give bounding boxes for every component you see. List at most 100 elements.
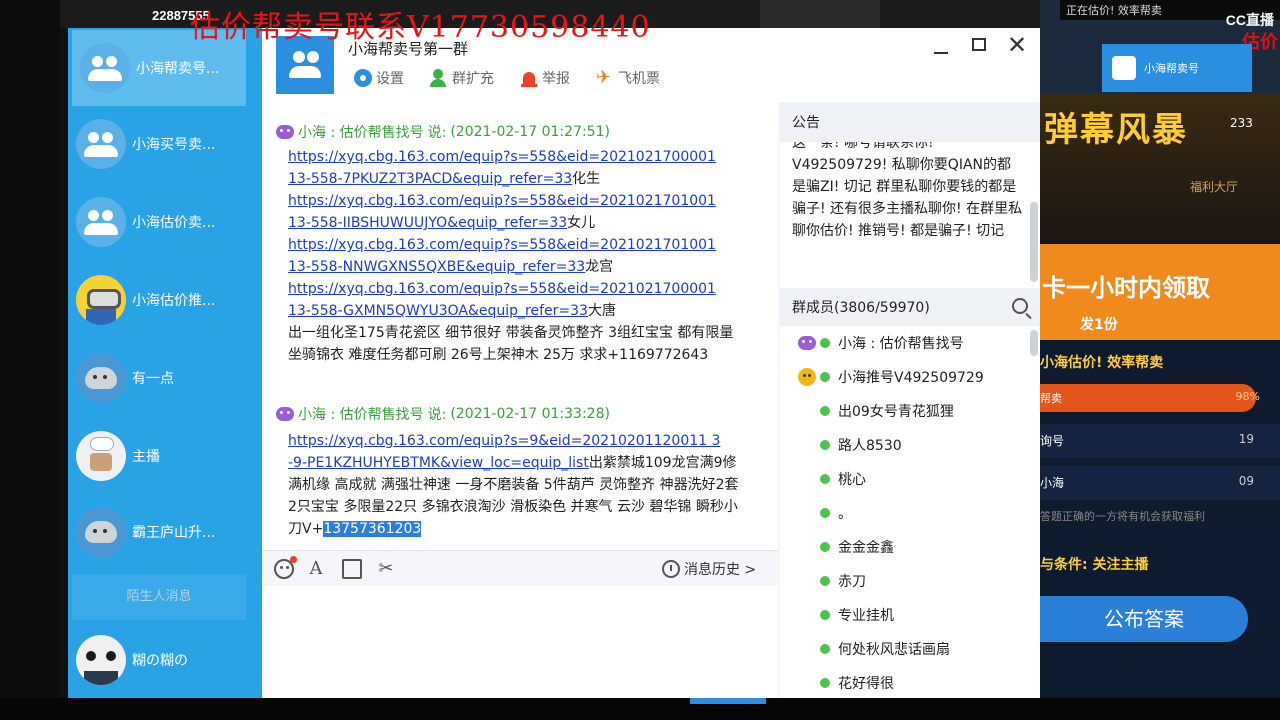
flight-ticket-button[interactable]: ✈ 飞机票 xyxy=(596,68,660,88)
watermark-text: 估价帮卖号联系V17730598440 xyxy=(190,10,651,45)
message-link[interactable]: https://xyq.cbg.163.com/equip?s=9&eid=20… xyxy=(288,433,720,449)
expand-group-label: 群扩充 xyxy=(452,71,494,87)
sidebar-item-contact-4[interactable]: 小海估价推... xyxy=(68,262,262,338)
vote-bar-label: 帮卖 xyxy=(1040,392,1062,405)
member-item[interactable]: 路人8530 xyxy=(780,428,1028,462)
message-history-button[interactable]: 消息历史 > xyxy=(662,559,756,579)
scissors-icon[interactable]: ✂ xyxy=(376,559,396,579)
sidebar-item-label: 小海估价卖... xyxy=(132,215,216,231)
message-link[interactable]: 13-558-IIBSHUWUUJYO&equip_refer=33 xyxy=(288,215,567,231)
member-item[interactable]: 花好得很 xyxy=(780,666,1028,700)
publish-answer-button[interactable]: 公布答案 xyxy=(1040,596,1248,642)
minion-avatar-icon xyxy=(76,275,126,325)
reward-card: 卡一小时内领取 发1份 xyxy=(1040,244,1280,354)
sidebar-item-group-2[interactable]: 小海买号卖... xyxy=(68,106,262,182)
quiz-row-value: 19 xyxy=(1238,432,1254,446)
settings-button[interactable]: 设置 xyxy=(354,68,404,88)
barrage-banner: 弹幕风暴 233 福利大厅 xyxy=(1040,94,1280,244)
report-button[interactable]: 举报 xyxy=(520,68,570,88)
link-tail: 化生 xyxy=(572,171,601,187)
sidebar-item-contact-5[interactable]: 有一点 xyxy=(68,340,262,416)
quiz-panel: 小海估价! 效率帮卖 帮卖 98% 询号 19 小海 09 答题正确的一方将有机… xyxy=(1040,340,1280,720)
font-icon[interactable]: A xyxy=(306,559,326,579)
online-status-icon xyxy=(820,406,830,416)
group-avatar-icon xyxy=(80,43,130,93)
member-item[interactable]: 。 xyxy=(780,496,1028,530)
message-link[interactable]: 13-558-GXMN5QWYU3OA&equip_refer=33 xyxy=(288,303,588,319)
selected-phone-text[interactable]: 13757361203 xyxy=(323,521,422,537)
message-input[interactable] xyxy=(262,586,778,700)
stream-left-strip xyxy=(0,0,60,720)
clock-icon xyxy=(662,560,680,578)
quiz-row: 小海 09 xyxy=(1040,466,1280,500)
member-name: 。 xyxy=(838,506,852,522)
sender-name[interactable]: 小海 : 估价帮售找号 xyxy=(298,404,424,424)
message-link[interactable]: https://xyq.cbg.163.com/equip?s=558&eid=… xyxy=(288,237,716,253)
image-icon[interactable] xyxy=(342,559,362,579)
report-label: 举报 xyxy=(542,71,570,87)
link-tail: 龙宫 xyxy=(585,259,614,275)
sidebar-item-label: 小海帮卖号... xyxy=(136,61,220,77)
sidebar-item-group-3[interactable]: 小海估价卖... xyxy=(68,184,262,260)
alarm-icon xyxy=(520,69,538,87)
message-link[interactable]: https://xyq.cbg.163.com/equip?s=558&eid=… xyxy=(288,193,716,209)
vote-bar: 帮卖 98% xyxy=(1040,384,1260,412)
panda-avatar-icon xyxy=(76,635,126,685)
message-link[interactable]: https://xyq.cbg.163.com/equip?s=558&eid=… xyxy=(288,281,716,297)
message-link[interactable]: https://xyq.cbg.163.com/equip?s=558&eid=… xyxy=(288,149,716,165)
blob-avatar-icon xyxy=(76,507,126,557)
member-list: 小海 : 估价帮售找号 小海推号V492509729 出09女号青花狐狸 路人8… xyxy=(780,326,1040,700)
member-name: 小海推号V492509729 xyxy=(838,370,984,386)
member-item[interactable]: 桃心 xyxy=(780,462,1028,496)
notice-scrollbar[interactable] xyxy=(1030,202,1038,282)
online-status-icon xyxy=(820,508,830,518)
member-badge-icon xyxy=(276,125,294,139)
link-tail: 女儿 xyxy=(567,215,596,231)
quiz-row-label: 询号 xyxy=(1040,434,1065,448)
maximize-button[interactable] xyxy=(972,38,986,51)
online-status-icon xyxy=(820,440,830,450)
sidebar-item-contact-7[interactable]: 霸王庐山升... xyxy=(68,494,262,570)
reward-title: 卡一小时内领取 xyxy=(1042,274,1210,302)
member-scrollbar[interactable] xyxy=(1030,330,1038,356)
expand-group-button[interactable]: 群扩充 xyxy=(430,68,494,88)
sidebar-item-label: 糊の糊の xyxy=(132,653,188,669)
quiz-rule-text: 答题正确的一方将有机会获取福利 xyxy=(1040,510,1205,523)
sender-name[interactable]: 小海 : 估价帮售找号 xyxy=(298,122,424,142)
member-item[interactable]: 专业挂机 xyxy=(780,598,1028,632)
member-item[interactable]: 金金金鑫 xyxy=(780,530,1028,564)
bottom-bar xyxy=(0,698,1280,720)
sidebar-item-contact-6[interactable]: 主播 xyxy=(68,418,262,494)
mini-chat-window: 小海帮卖号 xyxy=(1102,44,1252,92)
input-toolbar: A ✂ 消息历史 > xyxy=(262,550,778,586)
member-badge-icon xyxy=(276,407,294,421)
member-item[interactable]: 赤刀 xyxy=(780,564,1028,598)
message-link[interactable]: -9-PE1KZHUHYEBTMK&view_loc=equip_list xyxy=(288,455,589,471)
said-label: 说: xyxy=(427,407,447,423)
online-status-icon xyxy=(820,610,830,620)
sidebar-item-label: 有一点 xyxy=(132,371,174,387)
quiz-row-value: 09 xyxy=(1238,474,1254,488)
group-chat-window: 小海帮卖号第一群 设置 群扩充 举报 ✈ 飞机票 ✕ 小海: 估价帮售找号 说… xyxy=(262,28,1040,700)
message-list: 小海 : 估价帮售找号 说: (2021-02-17 01:27:51) htt… xyxy=(262,102,778,550)
online-status-icon xyxy=(820,678,830,688)
member-name: 桃心 xyxy=(838,472,866,488)
member-item[interactable]: 小海推号V492509729 xyxy=(780,360,1028,394)
online-status-icon xyxy=(820,576,830,586)
chef-avatar-icon xyxy=(76,431,126,481)
message-header: 小海 : 估价帮售找号 说: (2021-02-17 01:27:51) xyxy=(276,122,610,142)
member-item[interactable]: 何处秋风悲话画扇 xyxy=(780,632,1028,666)
history-label: 消息历史 > xyxy=(684,562,757,578)
members-header: 群成员(3806/59970) xyxy=(780,288,1040,326)
stranger-messages-button[interactable]: 陌生人消息 xyxy=(72,574,246,620)
emoji-icon[interactable] xyxy=(274,556,297,579)
member-item[interactable]: 小海 : 估价帮售找号 xyxy=(780,326,1028,360)
sidebar-item-contact-8[interactable]: 糊の糊の xyxy=(68,622,262,698)
message-link[interactable]: 13-558-NNWGXNS5QXBE&equip_refer=33 xyxy=(288,259,585,275)
add-member-icon xyxy=(430,69,448,87)
close-button[interactable]: ✕ xyxy=(1007,31,1027,59)
member-name: 出09女号青花狐狸 xyxy=(838,404,954,420)
search-icon[interactable] xyxy=(1012,298,1028,314)
member-item[interactable]: 出09女号青花狐狸 xyxy=(780,394,1028,428)
message-link[interactable]: 13-558-7PKUZ2T3PACD&equip_refer=33 xyxy=(288,171,572,187)
